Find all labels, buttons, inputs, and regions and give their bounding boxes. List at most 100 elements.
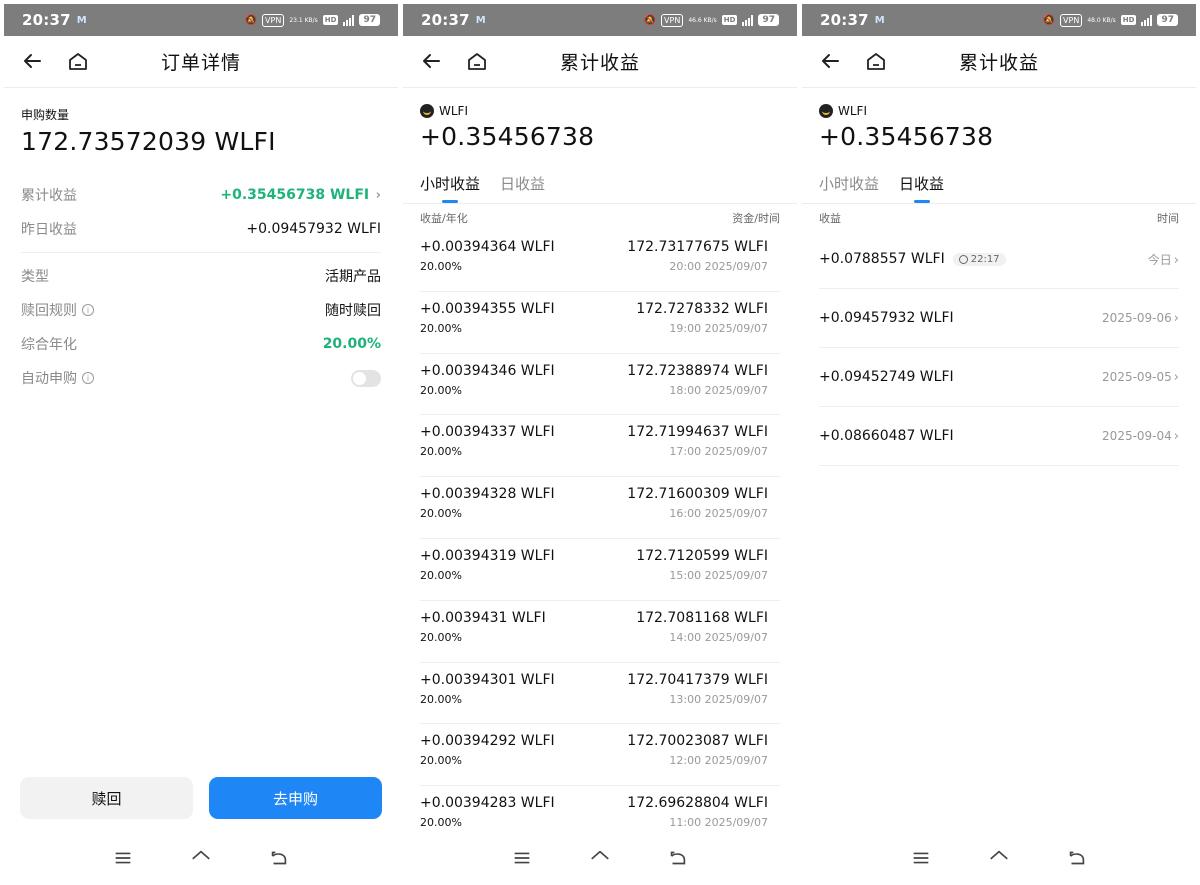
hourly-fund: 172.7278332 WLFI: [636, 300, 768, 317]
cum-label: 累计收益: [21, 188, 77, 204]
hourly-fund: 172.71600309 WLFI: [627, 486, 768, 503]
hourly-time: 13:00 2025/09/07: [669, 692, 768, 706]
total-earnings: +0.35456738: [420, 122, 595, 151]
status-bar: 20:37 M 🔕 VPN 23.1 KB/s HD 97: [4, 4, 398, 36]
app-notification-icon: M: [76, 14, 87, 26]
vpn-badge: VPN: [661, 13, 684, 27]
table-row: +0.00394319 WLFI 20.00% 172.7120599 WLFI 15…: [420, 539, 780, 601]
vpn-badge: VPN: [262, 13, 285, 27]
daily-earning: +0.09457932 WLFI: [819, 310, 954, 326]
daily-date: 今日: [1147, 252, 1172, 267]
back-arrow-icon[interactable]: [419, 49, 443, 73]
tab-daily[interactable]: 日收益: [899, 173, 944, 203]
menu-icon[interactable]: [910, 847, 932, 869]
hourly-time: 15:00 2025/09/07: [669, 568, 768, 582]
list-item[interactable]: +0.0788557 WLFI 22:17 今日 ›: [819, 230, 1179, 289]
hourly-time: 16:00 2025/09/07: [669, 507, 768, 521]
divider: [21, 252, 381, 253]
signal-icon: [742, 14, 754, 26]
network-speed: 46.6 KB/s: [688, 16, 717, 24]
hourly-time: 12:00 2025/09/07: [669, 754, 768, 768]
chevron-right-icon: ›: [1173, 429, 1179, 444]
hd-badge: HD: [1120, 15, 1137, 25]
daily-date: 2025-09-05: [1102, 370, 1172, 384]
type-value: 活期产品: [325, 269, 381, 285]
hd-badge: HD: [721, 15, 738, 25]
column-headers: 收益/年化 资金/时间: [403, 204, 797, 230]
chevron-right-icon: ›: [1173, 252, 1179, 268]
apy-label: 综合年化: [21, 337, 77, 353]
badge-time: 22:17: [970, 253, 1000, 265]
chevron-right-icon: ›: [1173, 370, 1179, 385]
menu-icon[interactable]: [511, 847, 533, 869]
page-header: 累计收益: [403, 36, 797, 88]
col-earnings-apy: 收益/年化: [420, 212, 468, 225]
battery-icon: 97: [359, 14, 380, 26]
daily-list: +0.0788557 WLFI 22:17 今日 › +0.09457932 WLFI 2…: [802, 230, 1196, 466]
redeem-button[interactable]: 赎回: [20, 777, 193, 819]
page-header: 订单详情: [4, 36, 398, 88]
type-row: 类型 活期产品: [21, 259, 381, 293]
tab-hourly[interactable]: 小时收益: [819, 173, 879, 203]
home-nav-icon[interactable]: [589, 847, 611, 869]
menu-icon[interactable]: [112, 847, 134, 869]
auto-subscribe-row: 自动申购 i: [21, 361, 381, 395]
home-icon[interactable]: [465, 49, 489, 73]
daily-date: 2025-09-06: [1102, 311, 1172, 325]
hourly-earning: +0.00394355 WLFI: [420, 300, 555, 317]
hourly-time: 14:00 2025/09/07: [669, 630, 768, 644]
info-icon[interactable]: i: [82, 372, 94, 384]
tab-hourly[interactable]: 小时收益: [420, 173, 480, 203]
home-nav-icon[interactable]: [190, 847, 212, 869]
hourly-fund: 172.73177675 WLFI: [627, 239, 768, 255]
list-item[interactable]: +0.09457932 WLFI 2025-09-06 ›: [819, 289, 1179, 348]
hourly-fund: 172.7081168 WLFI: [636, 609, 768, 626]
home-nav-icon[interactable]: [988, 847, 1010, 869]
daily-earning: +0.0788557 WLFI: [819, 251, 945, 267]
cumulative-earnings-row[interactable]: 累计收益 +0.35456738 WLFI ›: [21, 178, 381, 212]
status-bar: 20:37 M 🔕 VPN 46.6 KB/s HD 97: [403, 4, 797, 36]
table-row: +0.00394364 WLFI 20.00% 172.73177675 WLFI 2…: [420, 230, 780, 292]
clock-icon: [958, 254, 968, 264]
coin-label: WLFI: [420, 104, 797, 118]
hourly-earning: +0.00394337 WLFI: [420, 424, 555, 441]
hourly-fund: 172.70023087 WLFI: [627, 733, 768, 750]
home-icon[interactable]: [66, 49, 90, 73]
chevron-right-icon: ›: [1173, 311, 1179, 326]
info-icon[interactable]: i: [82, 304, 94, 316]
page-title: 累计收益: [559, 52, 640, 74]
hourly-time: 17:00 2025/09/07: [669, 445, 768, 459]
back-arrow-icon[interactable]: [818, 49, 842, 73]
redeem-rule-row: 赎回规则 i 随时赎回: [21, 293, 381, 327]
home-icon[interactable]: [864, 49, 888, 73]
auto-subscribe-toggle[interactable]: [351, 369, 381, 387]
vpn-badge: VPN: [1060, 13, 1083, 27]
back-arrow-icon[interactable]: [20, 49, 44, 73]
back-nav-icon[interactable]: [268, 847, 290, 869]
status-time: 20:37: [421, 11, 470, 29]
hourly-earning: +0.0039431 WLFI: [420, 609, 546, 626]
subscribe-button[interactable]: 去申购: [209, 777, 382, 819]
hourly-apy: 20.00%: [420, 754, 462, 768]
back-nav-icon[interactable]: [1066, 847, 1088, 869]
hourly-apy: 20.00%: [420, 445, 462, 459]
signal-icon: [1141, 14, 1153, 26]
hourly-fund: 172.70417379 WLFI: [627, 671, 768, 688]
signal-icon: [343, 14, 355, 26]
redeem-rule-value: 随时赎回: [325, 303, 381, 319]
hourly-earning: +0.00394283 WLFI: [420, 795, 555, 812]
table-row: +0.00394328 WLFI 20.00% 172.71600309 WLFI 1…: [420, 477, 780, 539]
screenshot-stage: 20:37 M 🔕 VPN 23.1 KB/s HD 97 订单详情 申购数量 …: [0, 0, 1200, 885]
hourly-apy: 20.00%: [420, 507, 462, 521]
list-item[interactable]: +0.09452749 WLFI 2025-09-05 ›: [819, 348, 1179, 407]
list-item[interactable]: +0.08660487 WLFI 2025-09-04 ›: [819, 407, 1179, 466]
tab-daily[interactable]: 日收益: [500, 173, 545, 203]
back-nav-icon[interactable]: [667, 847, 689, 869]
col-earnings: 收益: [819, 212, 841, 225]
apy-value: 20.00%: [322, 336, 381, 352]
system-nav-bar: [802, 835, 1196, 881]
daily-earning: +0.09452749 WLFI: [819, 369, 954, 385]
page-header: 累计收益: [802, 36, 1196, 88]
hourly-list: +0.00394364 WLFI 20.00% 172.73177675 WLFI 2…: [403, 230, 797, 848]
hourly-apy: 20.00%: [420, 692, 462, 706]
